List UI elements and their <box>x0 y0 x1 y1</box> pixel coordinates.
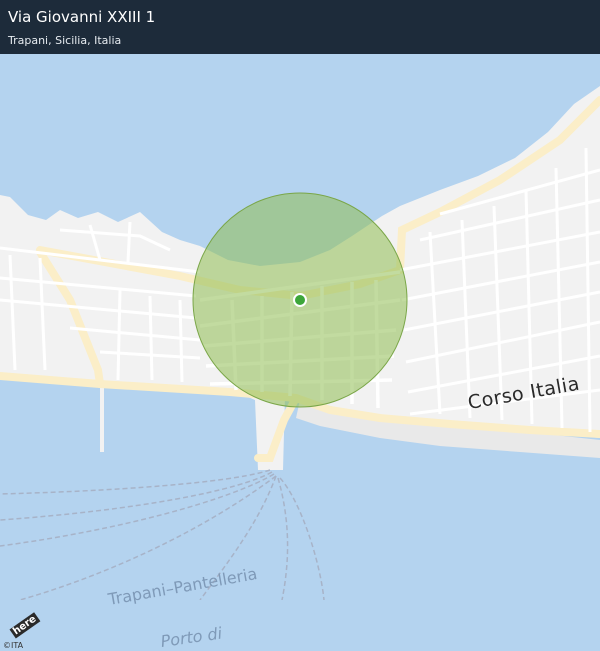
map-view[interactable]: Corso Italia Trapani–Pantelleria Porto d… <box>0 54 600 651</box>
here-logo: here <box>9 612 41 639</box>
address-subtitle: Trapani, Sicilia, Italia <box>8 34 122 47</box>
location-header: Via Giovanni XXIII 1 Trapani, Sicilia, I… <box>0 0 600 54</box>
address-title: Via Giovanni XXIII 1 <box>8 8 156 26</box>
copyright-text: ©ITA <box>3 641 24 650</box>
map-canvas[interactable] <box>0 54 600 600</box>
port-label: Porto di <box>159 623 224 651</box>
location-marker[interactable] <box>295 295 305 305</box>
pier <box>100 388 104 452</box>
